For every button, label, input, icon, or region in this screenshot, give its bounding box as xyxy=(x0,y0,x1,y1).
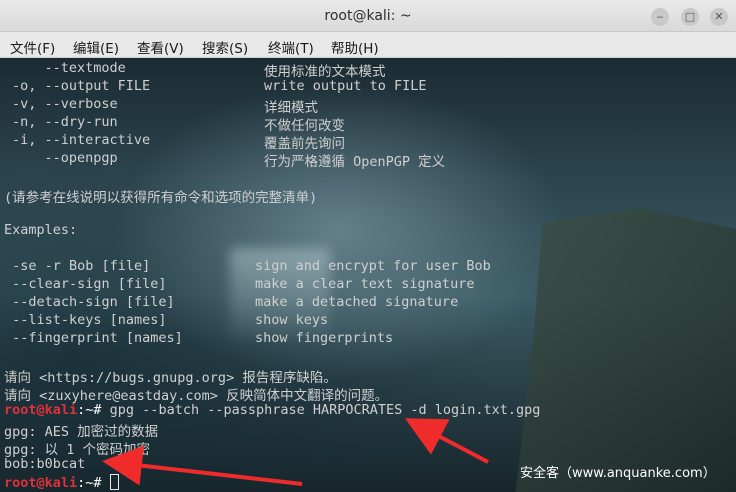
watermark: 安全客（www.anquanke.com） xyxy=(520,466,716,481)
output-line: gpg: AES 加密过的数据 xyxy=(4,424,159,440)
output-line: gpg: 以 1 个密码加密 xyxy=(4,442,151,458)
menu-terminal[interactable]: 终端(T) xyxy=(268,37,314,57)
command-line: root@kali:~# gpg --batch --passphrase HA… xyxy=(4,402,540,420)
prompt-sep: :~# xyxy=(77,402,110,418)
maximize-button[interactable]: □ xyxy=(681,8,699,26)
decrypted-output: bob:b0bcat xyxy=(4,456,86,472)
bug-report-line: 请向 <https://bugs.gnupg.org> 报告程序缺陷。 xyxy=(4,370,337,386)
help-note: (请参考在线说明以获得所有命令和选项的完整清单) xyxy=(4,190,318,206)
menu-view[interactable]: 查看(V) xyxy=(137,37,184,57)
title-bar: root@kali: ~ ‒ □ ✕ xyxy=(0,0,736,32)
menu-bar: 文件(F) 编辑(E) 查看(V) 搜索(S) 终端(T) 帮助(H) xyxy=(0,32,736,58)
menu-search[interactable]: 搜索(S) xyxy=(202,37,248,57)
terminal-area[interactable]: --textmode 使用标准的文本模式 -o, --output FILE wri… xyxy=(0,58,736,492)
window-title: root@kali: ~ xyxy=(324,8,412,24)
prompt-user: root@kali xyxy=(4,475,78,491)
text-cursor xyxy=(109,474,119,490)
minimize-button[interactable]: ‒ xyxy=(651,8,669,26)
prompt-sep: :~# xyxy=(77,475,110,491)
menu-file[interactable]: 文件(F) xyxy=(10,37,55,57)
background-cliff xyxy=(515,208,736,492)
prompt-user: root@kali xyxy=(4,402,78,418)
active-prompt[interactable]: root@kali:~# xyxy=(4,474,119,492)
command-text: gpg --batch --passphrase HARPOCRATES -d … xyxy=(109,402,541,418)
terminal-window: root@kali: ~ ‒ □ ✕ 文件(F) 编辑(E) 查看(V) 搜索(… xyxy=(0,0,736,492)
translation-report-line: 请向 <zuxyhere@eastday.com> 反映简体中文翻译的问题。 xyxy=(4,388,389,404)
examples-header: Examples: xyxy=(4,222,78,238)
menu-help[interactable]: 帮助(H) xyxy=(331,37,379,57)
close-button[interactable]: ✕ xyxy=(710,8,728,26)
menu-edit[interactable]: 编辑(E) xyxy=(73,37,119,57)
